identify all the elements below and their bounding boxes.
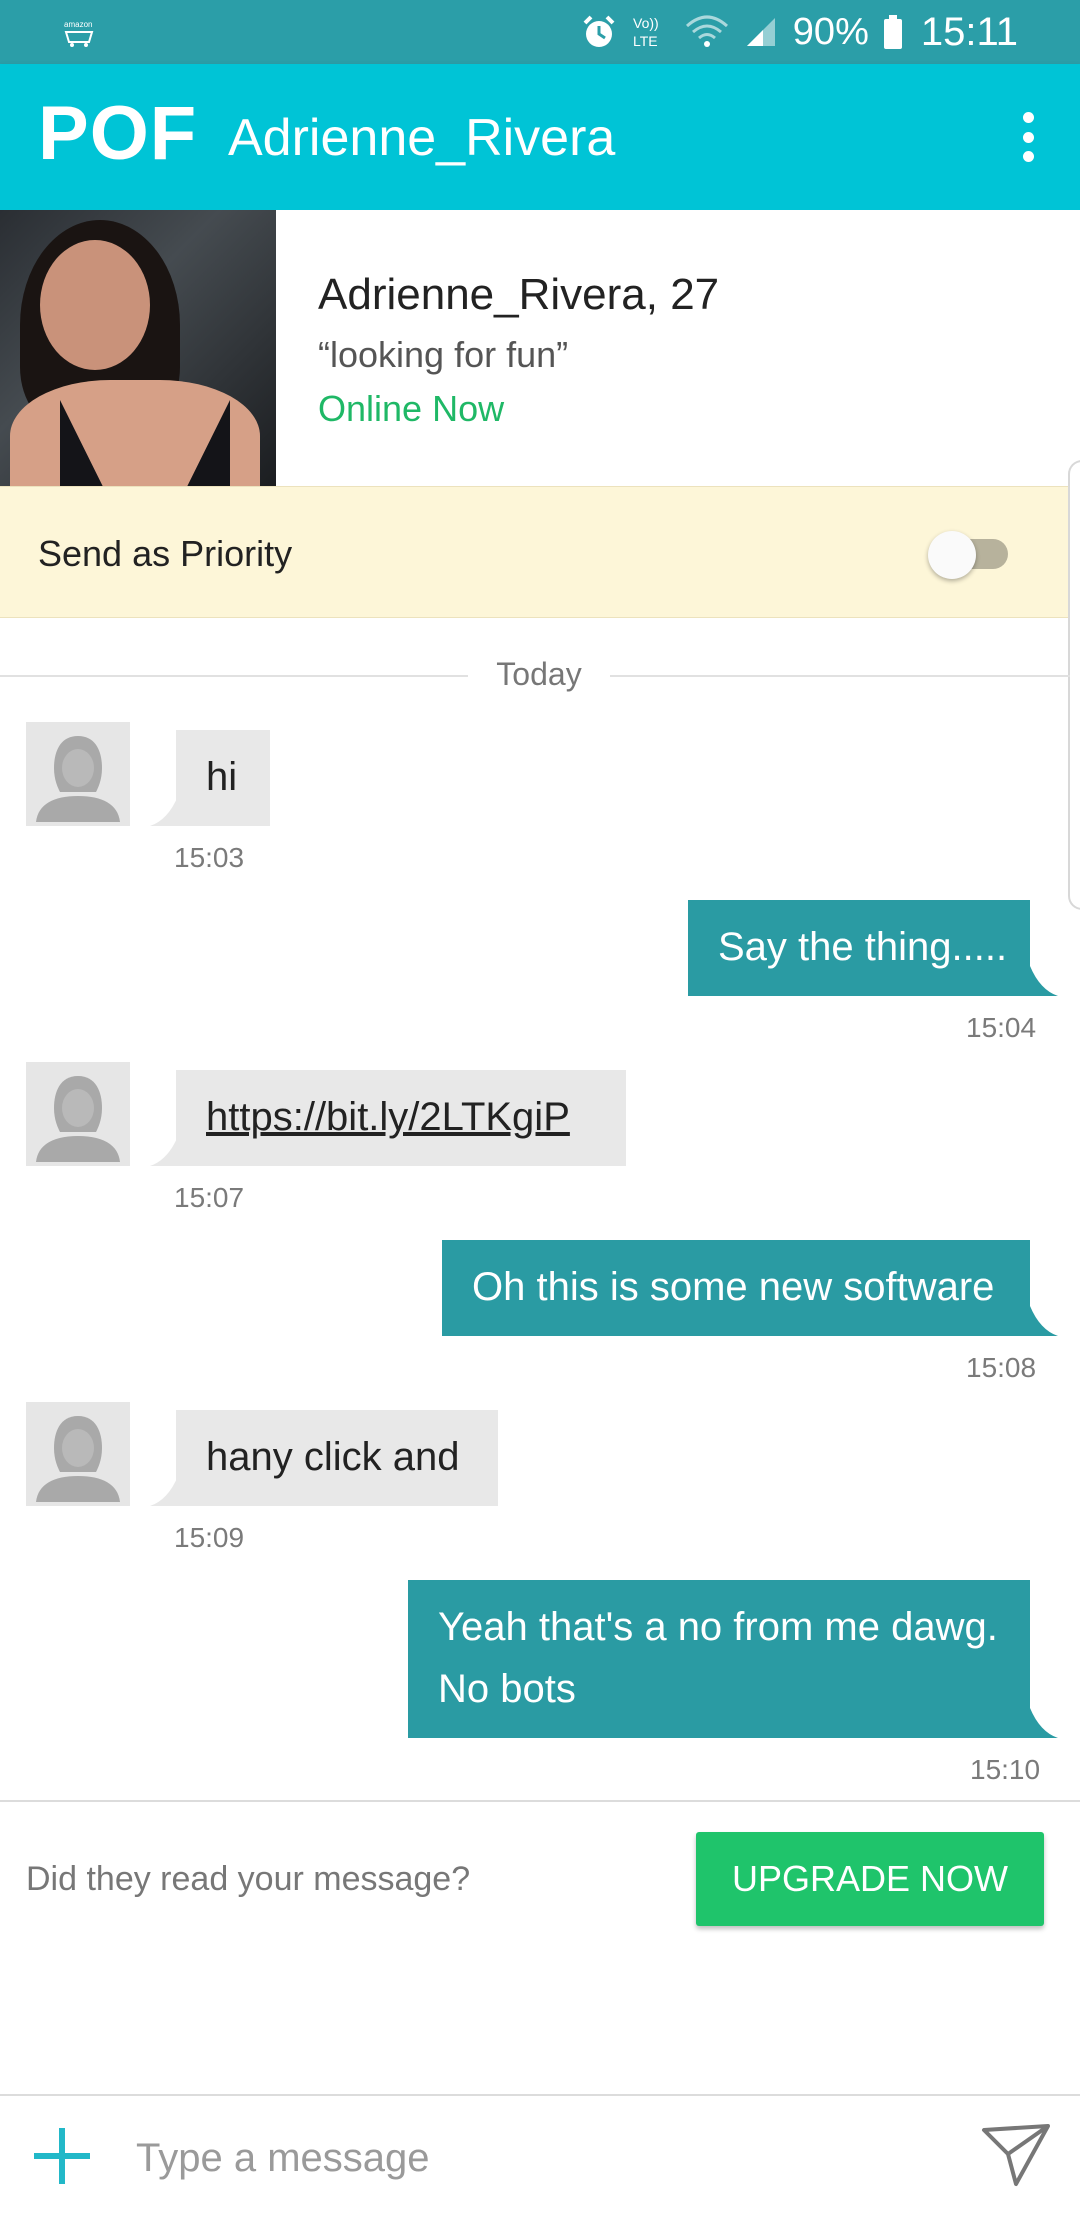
message-timestamp: 15:07 <box>174 1182 245 1213</box>
message-timestamp: 15:03 <box>174 842 245 873</box>
status-time: 15:11 <box>920 9 1018 54</box>
message-bubble-outgoing[interactable]: Say the thing..... <box>688 900 1058 996</box>
default-female-avatar-icon <box>26 1402 130 1506</box>
message-bubble-outgoing[interactable]: Oh this is some new software <box>442 1240 1058 1336</box>
date-label: Today <box>496 656 582 692</box>
status-bar: amazon Vo)) LTE 90% 15:11 <box>0 0 1080 64</box>
amazon-shopping-icon: amazon <box>62 18 96 48</box>
battery-icon <box>883 14 903 50</box>
pof-logo[interactable]: POF <box>38 94 197 174</box>
add-attachment-icon[interactable] <box>34 2128 90 2184</box>
message-text-line: Yeah that's a no from me dawg. <box>438 1605 998 1649</box>
message-text: Oh this is some new software <box>472 1265 995 1309</box>
message-text: Say the thing..... <box>718 925 1008 969</box>
priority-bar: Send as Priority <box>0 486 1080 618</box>
message-bubble-incoming[interactable]: hany click and <box>150 1410 498 1506</box>
volte-icon: Vo)) LTE <box>631 14 671 50</box>
message-bubble-incoming[interactable]: https://bit.ly/2LTKgiP <box>150 1070 626 1166</box>
message-bubble-incoming[interactable]: hi <box>150 730 270 826</box>
priority-toggle[interactable] <box>928 531 1010 579</box>
send-icon[interactable] <box>980 2122 1052 2188</box>
message-timestamp: 15:04 <box>966 1012 1037 1043</box>
profile-name-age: Adrienne_Rivera, 27 <box>318 270 720 319</box>
upgrade-now-button[interactable]: UPGRADE NOW <box>696 1832 1044 1926</box>
message-text: hi <box>206 755 238 799</box>
profile-tagline: “looking for fun” <box>318 334 569 375</box>
battery-percent: 90% <box>792 10 869 53</box>
svg-text:Vo)): Vo)) <box>633 15 659 31</box>
message-timestamp: 15:10 <box>970 1754 1041 1785</box>
read-receipt-upsell-text: Did they read your message? <box>26 1860 471 1898</box>
status-icons: Vo)) LTE 90% 15:11 <box>581 10 1018 54</box>
alarm-icon <box>581 14 617 50</box>
divider <box>0 1800 1080 1802</box>
divider <box>0 2094 1080 2096</box>
message-timestamp: 15:08 <box>966 1352 1037 1383</box>
kebab-menu-icon[interactable] <box>1008 104 1048 170</box>
message-text-line: No bots <box>438 1667 576 1711</box>
sender-avatar[interactable] <box>26 1402 130 1506</box>
message-input[interactable] <box>136 2120 936 2196</box>
sender-avatar[interactable] <box>26 722 130 826</box>
wifi-icon <box>685 14 729 50</box>
sender-avatar[interactable] <box>26 1062 130 1166</box>
priority-label: Send as Priority <box>38 533 293 574</box>
profile-photo[interactable] <box>0 210 276 486</box>
profile-card[interactable]: Adrienne_Rivera, 27 “looking for fun” On… <box>0 210 1080 486</box>
svg-text:LTE: LTE <box>633 33 658 49</box>
message-timestamp: 15:09 <box>174 1522 245 1553</box>
conversation-title: Adrienne_Rivera <box>228 109 616 167</box>
default-female-avatar-icon <box>26 1062 130 1166</box>
message-text: hany click and <box>206 1435 460 1479</box>
date-divider: Today <box>0 650 1070 704</box>
online-status: Online Now <box>318 388 505 429</box>
message-bubble-outgoing[interactable]: Yeah that's a no from me dawg. No bots <box>408 1580 1058 1738</box>
default-female-avatar-icon <box>26 722 130 826</box>
signal-icon <box>743 14 779 50</box>
app-header: POF Adrienne_Rivera <box>0 64 1080 210</box>
toggle-thumb <box>928 531 976 579</box>
svg-text:amazon: amazon <box>64 20 92 29</box>
message-link[interactable]: https://bit.ly/2LTKgiP <box>206 1095 570 1139</box>
